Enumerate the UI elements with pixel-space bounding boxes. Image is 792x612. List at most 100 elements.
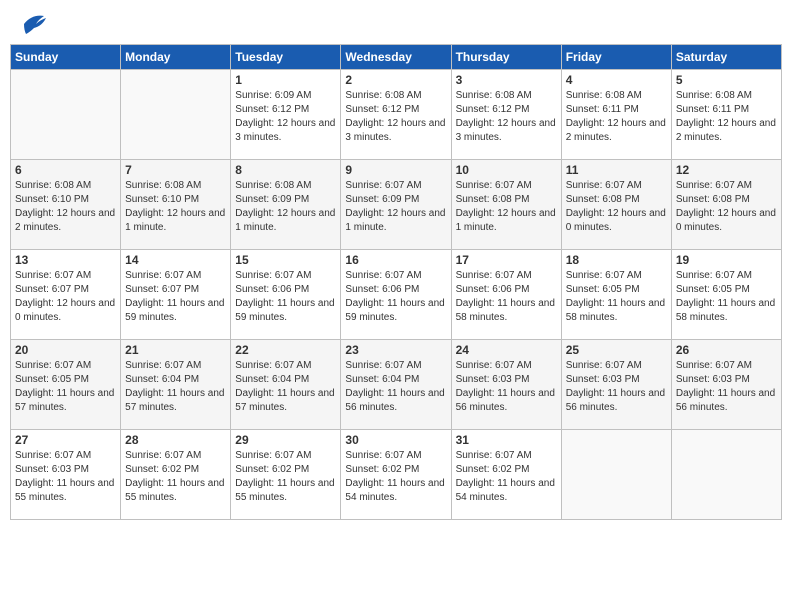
logo-bird-icon: [16, 10, 48, 38]
day-info: Sunrise: 6:08 AM Sunset: 6:10 PM Dayligh…: [125, 179, 226, 235]
day-info: Sunrise: 6:08 AM Sunset: 6:12 PM Dayligh…: [456, 89, 557, 145]
day-info: Sunrise: 6:07 AM Sunset: 6:02 PM Dayligh…: [235, 449, 336, 505]
calendar-week-row: 6 Sunrise: 6:08 AM Sunset: 6:10 PM Daylig…: [11, 160, 782, 250]
day-number: 25: [566, 343, 667, 357]
day-info: Sunrise: 6:07 AM Sunset: 6:07 PM Dayligh…: [15, 269, 116, 325]
day-number: 18: [566, 253, 667, 267]
calendar-week-row: 1 Sunrise: 6:09 AM Sunset: 6:12 PM Daylig…: [11, 70, 782, 160]
calendar-cell: 26 Sunrise: 6:07 AM Sunset: 6:03 PM Dayli…: [671, 340, 781, 430]
calendar-cell: 29 Sunrise: 6:07 AM Sunset: 6:02 PM Dayli…: [231, 430, 341, 520]
calendar-cell: 20Sunrise: 6:07 AM Sunset: 6:05 PM Dayli…: [11, 340, 121, 430]
day-info: Sunrise: 6:07 AM Sunset: 6:03 PM Dayligh…: [566, 359, 667, 415]
day-number: 11: [566, 163, 667, 177]
calendar-cell: 9Sunrise: 6:07 AM Sunset: 6:09 PM Daylig…: [341, 160, 451, 250]
day-info: Sunrise: 6:07 AM Sunset: 6:06 PM Dayligh…: [456, 269, 557, 325]
day-number: 5: [676, 73, 777, 87]
day-info: Sunrise: 6:08 AM Sunset: 6:11 PM Dayligh…: [566, 89, 667, 145]
day-number: 30: [345, 433, 446, 447]
calendar-cell: 18 Sunrise: 6:07 AM Sunset: 6:05 PM Dayli…: [561, 250, 671, 340]
day-number: 2: [345, 73, 446, 87]
calendar-cell: [121, 70, 231, 160]
day-number: 14: [125, 253, 226, 267]
day-info: Sunrise: 6:07 AM Sunset: 6:05 PM Dayligh…: [676, 269, 777, 325]
calendar-cell: [671, 430, 781, 520]
day-number: 7: [125, 163, 226, 177]
calendar-cell: 23 Sunrise: 6:07 AM Sunset: 6:04 PM Dayli…: [341, 340, 451, 430]
day-of-week-header: Tuesday: [231, 45, 341, 70]
day-info: Sunrise: 6:08 AM Sunset: 6:09 PM Dayligh…: [235, 179, 336, 235]
calendar-cell: 19 Sunrise: 6:07 AM Sunset: 6:05 PM Dayli…: [671, 250, 781, 340]
day-info: Sunrise: 6:07 AM Sunset: 6:05 PM Dayligh…: [15, 359, 116, 415]
day-info: Sunrise: 6:07 AM Sunset: 6:06 PM Dayligh…: [235, 269, 336, 325]
calendar-cell: 4 Sunrise: 6:08 AM Sunset: 6:11 PM Daylig…: [561, 70, 671, 160]
day-number: 22: [235, 343, 336, 357]
day-of-week-header: Monday: [121, 45, 231, 70]
day-info: Sunrise: 6:07 AM Sunset: 6:03 PM Dayligh…: [676, 359, 777, 415]
day-number: 21: [125, 343, 226, 357]
day-info: Sunrise: 6:07 AM Sunset: 6:04 PM Dayligh…: [125, 359, 226, 415]
day-info: Sunrise: 6:07 AM Sunset: 6:07 PM Dayligh…: [125, 269, 226, 325]
day-info: Sunrise: 6:07 AM Sunset: 6:08 PM Dayligh…: [456, 179, 557, 235]
calendar-cell: 2 Sunrise: 6:08 AM Sunset: 6:12 PM Daylig…: [341, 70, 451, 160]
calendar-cell: [11, 70, 121, 160]
day-info: Sunrise: 6:07 AM Sunset: 6:06 PM Dayligh…: [345, 269, 446, 325]
day-number: 23: [345, 343, 446, 357]
calendar-week-row: 27Sunrise: 6:07 AM Sunset: 6:03 PM Dayli…: [11, 430, 782, 520]
calendar-cell: 7 Sunrise: 6:08 AM Sunset: 6:10 PM Daylig…: [121, 160, 231, 250]
day-info: Sunrise: 6:07 AM Sunset: 6:05 PM Dayligh…: [566, 269, 667, 325]
calendar-cell: 13 Sunrise: 6:07 AM Sunset: 6:07 PM Dayli…: [11, 250, 121, 340]
calendar-week-row: 13 Sunrise: 6:07 AM Sunset: 6:07 PM Dayli…: [11, 250, 782, 340]
day-info: Sunrise: 6:08 AM Sunset: 6:11 PM Dayligh…: [676, 89, 777, 145]
day-number: 4: [566, 73, 667, 87]
day-info: Sunrise: 6:07 AM Sunset: 6:04 PM Dayligh…: [345, 359, 446, 415]
calendar-cell: 15 Sunrise: 6:07 AM Sunset: 6:06 PM Dayli…: [231, 250, 341, 340]
day-number: 31: [456, 433, 557, 447]
calendar-cell: 31 Sunrise: 6:07 AM Sunset: 6:02 PM Dayli…: [451, 430, 561, 520]
day-number: 27: [15, 433, 116, 447]
day-number: 17: [456, 253, 557, 267]
day-number: 19: [676, 253, 777, 267]
day-info: Sunrise: 6:07 AM Sunset: 6:04 PM Dayligh…: [235, 359, 336, 415]
day-number: 13: [15, 253, 116, 267]
logo: [14, 10, 48, 38]
day-number: 6: [15, 163, 116, 177]
calendar-header: SundayMondayTuesdayWednesdayThursdayFrid…: [11, 45, 782, 70]
day-number: 8: [235, 163, 336, 177]
calendar-cell: 1 Sunrise: 6:09 AM Sunset: 6:12 PM Daylig…: [231, 70, 341, 160]
day-number: 10: [456, 163, 557, 177]
calendar-cell: 3 Sunrise: 6:08 AM Sunset: 6:12 PM Daylig…: [451, 70, 561, 160]
calendar-cell: 28 Sunrise: 6:07 AM Sunset: 6:02 PM Dayli…: [121, 430, 231, 520]
day-number: 28: [125, 433, 226, 447]
day-info: Sunrise: 6:07 AM Sunset: 6:02 PM Dayligh…: [345, 449, 446, 505]
calendar-cell: 21 Sunrise: 6:07 AM Sunset: 6:04 PM Dayli…: [121, 340, 231, 430]
day-number: 15: [235, 253, 336, 267]
calendar-cell: 11 Sunrise: 6:07 AM Sunset: 6:08 PM Dayli…: [561, 160, 671, 250]
day-number: 26: [676, 343, 777, 357]
day-info: Sunrise: 6:07 AM Sunset: 6:08 PM Dayligh…: [566, 179, 667, 235]
calendar-cell: [561, 430, 671, 520]
page-header: [10, 10, 782, 38]
day-info: Sunrise: 6:07 AM Sunset: 6:02 PM Dayligh…: [125, 449, 226, 505]
day-info: Sunrise: 6:07 AM Sunset: 6:02 PM Dayligh…: [456, 449, 557, 505]
day-number: 12: [676, 163, 777, 177]
calendar-cell: 8 Sunrise: 6:08 AM Sunset: 6:09 PM Daylig…: [231, 160, 341, 250]
day-info: Sunrise: 6:09 AM Sunset: 6:12 PM Dayligh…: [235, 89, 336, 145]
calendar-cell: 12 Sunrise: 6:07 AM Sunset: 6:08 PM Dayli…: [671, 160, 781, 250]
day-of-week-header: Saturday: [671, 45, 781, 70]
calendar-cell: 10 Sunrise: 6:07 AM Sunset: 6:08 PM Dayli…: [451, 160, 561, 250]
day-info: Sunrise: 6:08 AM Sunset: 6:10 PM Dayligh…: [15, 179, 116, 235]
day-info: Sunrise: 6:07 AM Sunset: 6:08 PM Dayligh…: [676, 179, 777, 235]
day-of-week-header: Wednesday: [341, 45, 451, 70]
day-number: 3: [456, 73, 557, 87]
day-info: Sunrise: 6:08 AM Sunset: 6:12 PM Dayligh…: [345, 89, 446, 145]
calendar-cell: 30 Sunrise: 6:07 AM Sunset: 6:02 PM Dayli…: [341, 430, 451, 520]
calendar-cell: 27Sunrise: 6:07 AM Sunset: 6:03 PM Dayli…: [11, 430, 121, 520]
calendar-week-row: 20Sunrise: 6:07 AM Sunset: 6:05 PM Dayli…: [11, 340, 782, 430]
calendar-cell: 24Sunrise: 6:07 AM Sunset: 6:03 PM Dayli…: [451, 340, 561, 430]
calendar-cell: 25 Sunrise: 6:07 AM Sunset: 6:03 PM Dayli…: [561, 340, 671, 430]
calendar-cell: 5 Sunrise: 6:08 AM Sunset: 6:11 PM Daylig…: [671, 70, 781, 160]
day-number: 1: [235, 73, 336, 87]
calendar-table: SundayMondayTuesdayWednesdayThursdayFrid…: [10, 44, 782, 520]
day-number: 29: [235, 433, 336, 447]
calendar-cell: 16Sunrise: 6:07 AM Sunset: 6:06 PM Dayli…: [341, 250, 451, 340]
